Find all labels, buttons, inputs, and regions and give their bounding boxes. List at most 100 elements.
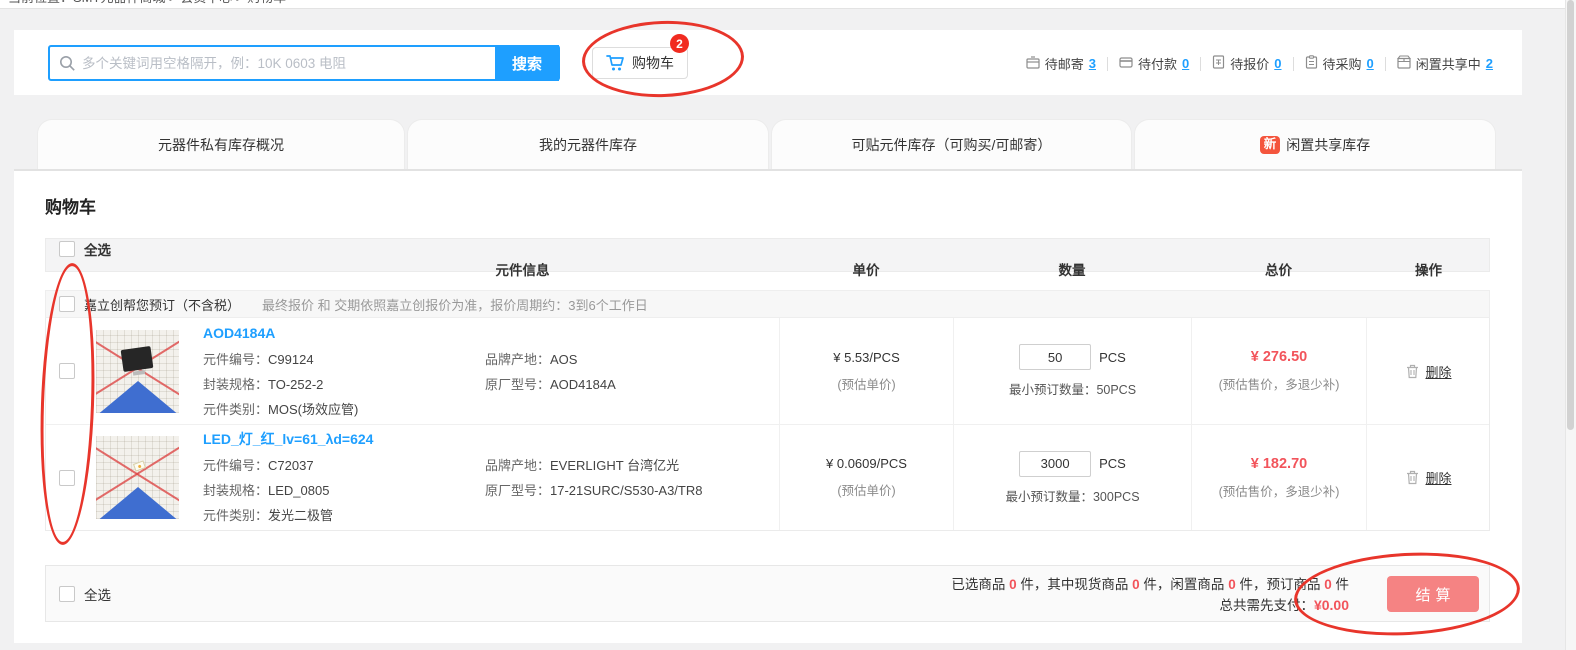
stat-label: 闲置共享中 [1416,54,1481,73]
field-label: 品牌产地： [485,352,550,367]
field-label: 元件编号： [203,352,268,367]
table-row: AOD4184A 元件编号：C99124 品牌产地：AOS 封装规格：TO-25… [46,318,1489,424]
tab-label: 元器件私有库存概况 [158,135,284,155]
stat-label: 待付款 [1138,54,1177,73]
qty-input[interactable] [1019,344,1091,370]
col-info: 元件信息 [266,259,779,279]
brand: AOS [550,352,577,367]
tab-mountable-stock[interactable]: 可贴元件库存（可购买/可邮寄） [772,120,1131,170]
cart-button[interactable]: 购物车 [592,47,688,79]
stat-count-link[interactable]: 0 [1274,56,1281,71]
qty-unit: PCS [1099,350,1126,365]
product-title-link[interactable]: AOD4184A [203,321,616,346]
trash-icon [1406,364,1419,379]
share-box-icon [1397,55,1411,72]
tab-my-components[interactable]: 我的元器件库存 [408,120,768,170]
checkout-button[interactable]: 结算 [1387,576,1479,612]
idle-count: 0 [1228,577,1236,592]
tab-private-stock-overview[interactable]: 元器件私有库存概况 [38,120,404,170]
col-qty: 数量 [953,259,1191,279]
select-all-checkbox[interactable] [59,241,75,257]
preorder-group-row: 嘉立创帮您预订（不含税） 最终报价 和 交期依照嘉立创报价为准，报价周期约：3到… [45,290,1490,318]
page-title: 购物车 [45,193,96,218]
min-qty-note: 最小预订数量：300PCS [1005,486,1139,505]
total-price: ¥ 276.50 [1251,349,1307,365]
vertical-scrollbar[interactable] [1565,0,1576,650]
selected-count: 0 [1009,577,1017,592]
col-action: 操作 [1366,259,1491,279]
stat-to-pay[interactable]: 待付款 0 [1108,54,1200,73]
part-number: C99124 [268,352,314,367]
mail-box-icon [1026,56,1040,72]
product-image[interactable] [96,436,179,519]
field-label: 封装规格： [203,483,268,498]
category: MOS(场效应管) [268,402,358,417]
stat-count-link[interactable]: 0 [1182,56,1189,71]
delete-label: 删除 [1425,362,1451,381]
cart-footer-bar: 全选 已选商品 0 件，其中现货商品 0 件，闲置商品 0 件，预订商品 0 件… [45,565,1490,622]
footer-summary: 已选商品 0 件，其中现货商品 0 件，闲置商品 0 件，预订商品 0 件 总共… [951,574,1349,616]
search-box: 搜索 [48,45,560,81]
top-search-bar: 搜索 购物车 2 待邮寄 3 待付款 0 待报价 [14,30,1522,95]
tab-label: 我的元器件库存 [539,135,637,155]
stat-label: 待采购 [1323,54,1362,73]
total-price-note: (预估售价，多退少补) [1219,481,1340,500]
package: TO-252-2 [268,377,323,392]
selected-count-line: 已选商品 0 件，其中现货商品 0 件，闲置商品 0 件，预订商品 0 件 [951,574,1349,595]
field-label: 元件类别： [203,508,268,523]
qty-input[interactable] [1019,451,1091,477]
field-label: 原厂型号： [485,483,550,498]
stat-count-link[interactable]: 3 [1089,56,1096,71]
breadcrumb-text: 当前位置：SMT元器件商城 > 会员中心 > 购物车 [8,0,1576,7]
product-info: AOD4184A 元件编号：C99124 品牌产地：AOS 封装规格：TO-25… [203,321,616,422]
col-total: 总价 [1191,259,1366,279]
row-checkbox[interactable] [59,363,75,379]
package: LED_0805 [268,483,329,498]
cart-page: 当前位置：SMT元器件商城 > 会员中心 > 购物车 搜索 购物车 2 待邮寄 … [0,0,1576,650]
cart-count-badge: 2 [670,34,689,53]
quote-doc-icon [1212,55,1225,72]
new-badge: 新 [1260,136,1281,154]
stat-count-link[interactable]: 2 [1486,56,1493,71]
product-title-link[interactable]: LED_灯_红_lv=61_λd=624 [203,427,702,452]
unit-price-note: (预估单价) [837,374,895,393]
group-checkbox[interactable] [59,296,75,312]
delete-button[interactable]: 删除 [1366,425,1491,530]
search-button[interactable]: 搜索 [495,45,559,81]
tab-label: 闲置共享库存 [1286,135,1370,155]
tab-idle-shared-stock[interactable]: 新 闲置共享库存 [1135,120,1495,170]
stat-idle-sharing[interactable]: 闲置共享中 2 [1386,54,1504,73]
stat-count-link[interactable]: 0 [1367,56,1374,71]
scrollbar-thumb[interactable] [1567,0,1574,430]
delete-button[interactable]: 删除 [1366,318,1491,424]
field-label: 元件编号： [203,458,268,473]
unit-price: ¥ 5.53/PCS [833,350,900,365]
total-price-note: (预估售价，多退少补) [1219,374,1340,393]
preorder-count: 0 [1324,577,1332,592]
footer-select-all-checkbox[interactable] [59,586,75,602]
total-price: ¥ 182.70 [1251,456,1307,472]
stat-to-ship[interactable]: 待邮寄 3 [1015,54,1107,73]
stat-to-quote[interactable]: 待报价 0 [1201,54,1292,73]
in-stock-count: 0 [1132,577,1140,592]
order-status-links: 待邮寄 3 待付款 0 待报价 0 待采购 0 [1015,54,1504,73]
product-image[interactable] [96,330,179,413]
footer-select-all-label: 全选 [84,584,111,604]
search-input[interactable] [76,56,495,71]
cart-button-label: 购物车 [632,53,674,73]
search-icon [59,55,76,72]
min-qty-note: 最小预订数量：50PCS [1009,379,1136,398]
group-note: 最终报价 和 交期依照嘉立创报价为准，报价周期约：3到6个工作日 [262,295,648,314]
cart-panel: 购物车 全选 元件信息 单价 数量 总价 操作 嘉立创帮您预订（不含税） 最终报… [14,171,1522,643]
product-info: LED_灯_红_lv=61_λd=624 元件编号：C72037 品牌产地：EV… [203,427,702,528]
brand: EVERLIGHT 台湾亿光 [550,458,679,473]
category: 发光二极管 [268,508,333,523]
field-label: 封装规格： [203,377,268,392]
trash-icon [1406,470,1419,485]
card-icon [1119,56,1133,72]
col-unit-price: 单价 [779,259,953,279]
mpn: AOD4184A [550,377,616,392]
row-checkbox[interactable] [59,470,75,486]
stat-to-purchase[interactable]: 待采购 0 [1294,54,1385,73]
group-title: 嘉立创帮您预订（不含税） [84,295,240,314]
